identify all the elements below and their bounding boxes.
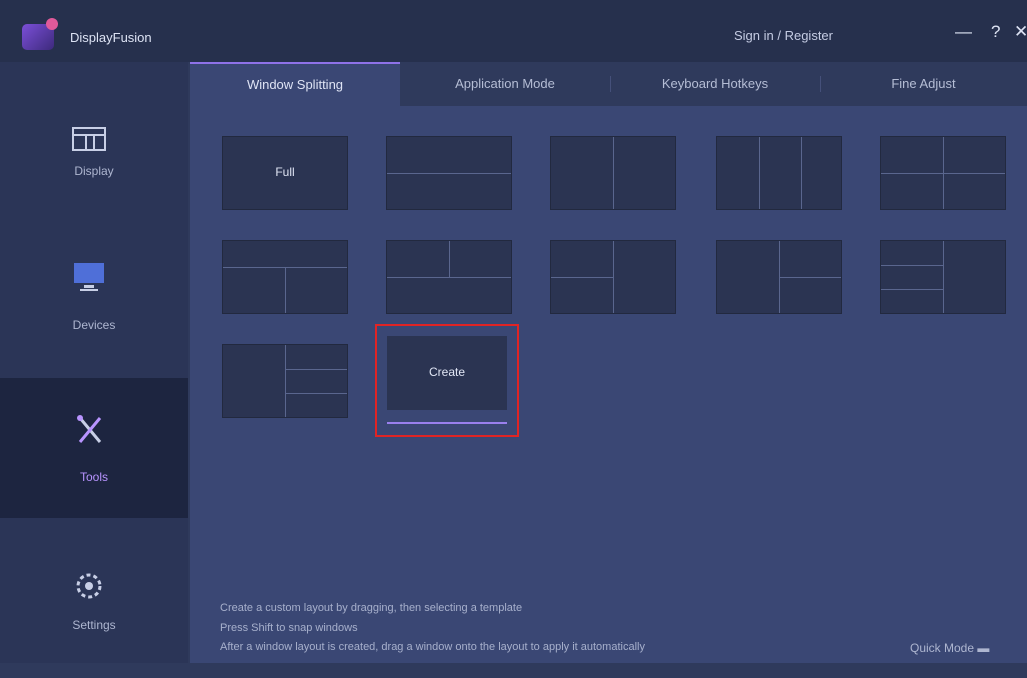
sidebar: Display Devices Tools Settings bbox=[0, 62, 188, 663]
layout-divider bbox=[613, 241, 614, 313]
sidebar-item-label: Tools bbox=[79, 470, 108, 484]
close-button[interactable]: ✕ bbox=[1014, 22, 1027, 42]
layout-left-split[interactable] bbox=[550, 240, 676, 314]
note-1: Create a custom layout by dragging, then… bbox=[220, 602, 523, 614]
layout-divider bbox=[801, 137, 802, 209]
tab-application-mode[interactable]: Application Mode bbox=[400, 62, 610, 106]
layout-three-columns[interactable] bbox=[716, 136, 842, 210]
layout-divider bbox=[881, 265, 943, 266]
layout-divider bbox=[881, 289, 943, 290]
layout-bottom-top-split[interactable] bbox=[386, 240, 512, 314]
layout-panel: Full Create Create a custom layout by dr… bbox=[190, 106, 1027, 663]
create-layout-underline bbox=[387, 422, 507, 424]
sidebar-item-label: Display bbox=[74, 164, 114, 178]
minimize-button[interactable]: — bbox=[955, 22, 972, 42]
layout-two-columns[interactable] bbox=[550, 136, 676, 210]
monitor-grid-icon bbox=[72, 127, 106, 151]
app-title: DisplayFusion bbox=[70, 30, 152, 45]
tab-keyboard-hotkeys[interactable]: Keyboard Hotkeys bbox=[610, 62, 820, 106]
layout-divider bbox=[285, 345, 286, 417]
signin-link[interactable]: Sign in / Register bbox=[734, 28, 833, 43]
layout-right-split[interactable] bbox=[716, 240, 842, 314]
tab-bar: Window Splitting Application Mode Keyboa… bbox=[190, 62, 1027, 106]
create-layout-label: Create bbox=[428, 365, 466, 379]
layout-divider bbox=[943, 241, 944, 313]
sidebar-item-tools[interactable]: Tools bbox=[0, 378, 188, 518]
layout-divider bbox=[285, 369, 347, 370]
monitor-icon bbox=[74, 263, 104, 291]
layout-top-bottom-split[interactable] bbox=[222, 240, 348, 314]
tab-window-splitting[interactable]: Window Splitting bbox=[190, 62, 400, 106]
layout-divider bbox=[759, 137, 760, 209]
quick-mode-toggle[interactable]: Quick Mode ▬ bbox=[910, 641, 989, 655]
sidebar-item-display[interactable]: Display bbox=[0, 90, 188, 230]
tools-icon bbox=[77, 415, 102, 443]
layout-divider bbox=[779, 277, 841, 278]
layout-divider bbox=[387, 277, 511, 278]
create-layout-tile: Create bbox=[387, 336, 507, 410]
sidebar-item-settings[interactable]: Settings bbox=[0, 538, 188, 678]
sidebar-item-devices[interactable]: Devices bbox=[0, 230, 188, 370]
layout-divider bbox=[613, 137, 614, 209]
title-bar: DisplayFusion Sign in / Register — ? ✕ bbox=[0, 0, 1027, 62]
layout-full-label: Full bbox=[275, 165, 295, 179]
layout-divider bbox=[285, 267, 286, 313]
layout-two-rows[interactable] bbox=[386, 136, 512, 210]
layout-divider bbox=[285, 393, 347, 394]
layout-full[interactable]: Full bbox=[222, 136, 348, 210]
note-2: Press Shift to snap windows bbox=[220, 622, 358, 634]
layout-three-left-stack[interactable] bbox=[880, 240, 1006, 314]
layout-divider bbox=[387, 173, 511, 174]
layout-three-right-stack[interactable] bbox=[222, 344, 348, 418]
layout-divider bbox=[881, 173, 1005, 174]
sidebar-item-label: Devices bbox=[72, 318, 116, 332]
layout-divider bbox=[449, 241, 450, 277]
layout-divider bbox=[551, 277, 613, 278]
sidebar-item-label: Settings bbox=[72, 618, 116, 632]
note-3: After a window layout is created, drag a… bbox=[220, 641, 645, 653]
gear-icon bbox=[76, 573, 102, 599]
create-layout-button[interactable]: Create bbox=[375, 324, 519, 437]
help-button[interactable]: ? bbox=[991, 22, 1000, 42]
layout-four-grid[interactable] bbox=[880, 136, 1006, 210]
tab-fine-adjust[interactable]: Fine Adjust bbox=[820, 62, 1027, 106]
app-logo-icon bbox=[22, 18, 58, 50]
